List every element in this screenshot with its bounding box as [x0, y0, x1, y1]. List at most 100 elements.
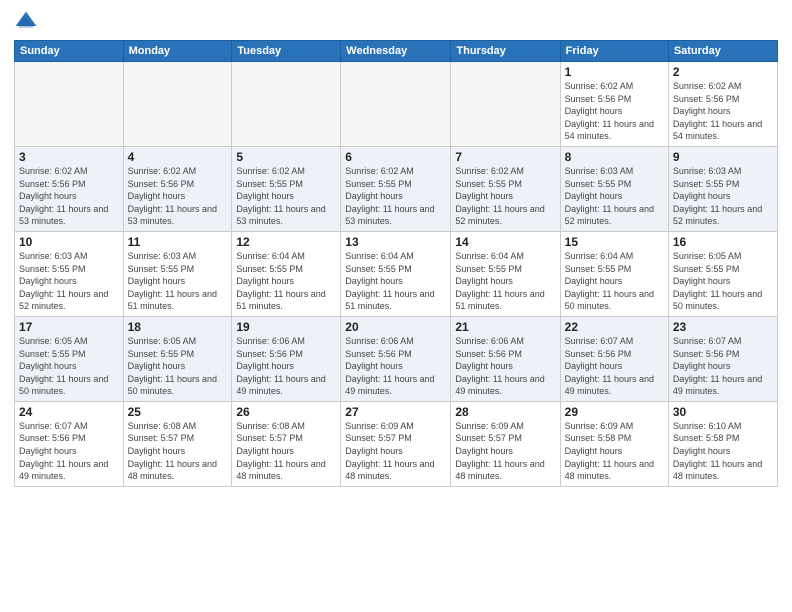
logo-icon — [14, 10, 38, 34]
day-info: Sunrise: 6:03 AMSunset: 5:55 PMDaylight … — [128, 250, 228, 313]
day-number: 29 — [565, 405, 664, 419]
calendar-cell: 4Sunrise: 6:02 AMSunset: 5:56 PMDaylight… — [123, 146, 232, 231]
calendar-week-row: 3Sunrise: 6:02 AMSunset: 5:56 PMDaylight… — [15, 146, 778, 231]
calendar-cell — [15, 62, 124, 147]
day-info: Sunrise: 6:02 AMSunset: 5:55 PMDaylight … — [236, 165, 336, 228]
calendar-cell: 7Sunrise: 6:02 AMSunset: 5:55 PMDaylight… — [451, 146, 560, 231]
day-number: 21 — [455, 320, 555, 334]
day-number: 13 — [345, 235, 446, 249]
day-number: 9 — [673, 150, 773, 164]
day-number: 17 — [19, 320, 119, 334]
calendar-header-row: SundayMondayTuesdayWednesdayThursdayFrid… — [15, 41, 778, 62]
calendar-cell: 8Sunrise: 6:03 AMSunset: 5:55 PMDaylight… — [560, 146, 668, 231]
calendar-cell: 16Sunrise: 6:05 AMSunset: 5:55 PMDayligh… — [668, 231, 777, 316]
calendar-header-thursday: Thursday — [451, 41, 560, 62]
day-info: Sunrise: 6:04 AMSunset: 5:55 PMDaylight … — [236, 250, 336, 313]
day-info: Sunrise: 6:09 AMSunset: 5:58 PMDaylight … — [565, 420, 664, 483]
day-info: Sunrise: 6:10 AMSunset: 5:58 PMDaylight … — [673, 420, 773, 483]
day-number: 12 — [236, 235, 336, 249]
day-info: Sunrise: 6:06 AMSunset: 5:56 PMDaylight … — [236, 335, 336, 398]
calendar-cell: 22Sunrise: 6:07 AMSunset: 5:56 PMDayligh… — [560, 316, 668, 401]
day-info: Sunrise: 6:08 AMSunset: 5:57 PMDaylight … — [128, 420, 228, 483]
calendar-header-friday: Friday — [560, 41, 668, 62]
day-number: 16 — [673, 235, 773, 249]
day-number: 15 — [565, 235, 664, 249]
calendar-cell: 30Sunrise: 6:10 AMSunset: 5:58 PMDayligh… — [668, 401, 777, 486]
calendar-week-row: 17Sunrise: 6:05 AMSunset: 5:55 PMDayligh… — [15, 316, 778, 401]
day-info: Sunrise: 6:02 AMSunset: 5:56 PMDaylight … — [673, 80, 773, 143]
day-number: 3 — [19, 150, 119, 164]
day-info: Sunrise: 6:05 AMSunset: 5:55 PMDaylight … — [673, 250, 773, 313]
calendar-cell: 14Sunrise: 6:04 AMSunset: 5:55 PMDayligh… — [451, 231, 560, 316]
calendar-cell: 17Sunrise: 6:05 AMSunset: 5:55 PMDayligh… — [15, 316, 124, 401]
calendar-cell: 20Sunrise: 6:06 AMSunset: 5:56 PMDayligh… — [341, 316, 451, 401]
day-number: 18 — [128, 320, 228, 334]
calendar-cell: 10Sunrise: 6:03 AMSunset: 5:55 PMDayligh… — [15, 231, 124, 316]
day-info: Sunrise: 6:06 AMSunset: 5:56 PMDaylight … — [345, 335, 446, 398]
day-number: 30 — [673, 405, 773, 419]
calendar-week-row: 1Sunrise: 6:02 AMSunset: 5:56 PMDaylight… — [15, 62, 778, 147]
calendar-cell: 1Sunrise: 6:02 AMSunset: 5:56 PMDaylight… — [560, 62, 668, 147]
header — [14, 10, 778, 34]
calendar-cell: 15Sunrise: 6:04 AMSunset: 5:55 PMDayligh… — [560, 231, 668, 316]
day-info: Sunrise: 6:09 AMSunset: 5:57 PMDaylight … — [455, 420, 555, 483]
day-number: 22 — [565, 320, 664, 334]
calendar-cell: 25Sunrise: 6:08 AMSunset: 5:57 PMDayligh… — [123, 401, 232, 486]
day-number: 14 — [455, 235, 555, 249]
calendar-cell: 24Sunrise: 6:07 AMSunset: 5:56 PMDayligh… — [15, 401, 124, 486]
day-info: Sunrise: 6:02 AMSunset: 5:56 PMDaylight … — [565, 80, 664, 143]
day-number: 8 — [565, 150, 664, 164]
calendar-cell: 2Sunrise: 6:02 AMSunset: 5:56 PMDaylight… — [668, 62, 777, 147]
calendar-cell: 29Sunrise: 6:09 AMSunset: 5:58 PMDayligh… — [560, 401, 668, 486]
day-info: Sunrise: 6:03 AMSunset: 5:55 PMDaylight … — [19, 250, 119, 313]
day-info: Sunrise: 6:07 AMSunset: 5:56 PMDaylight … — [565, 335, 664, 398]
day-info: Sunrise: 6:04 AMSunset: 5:55 PMDaylight … — [455, 250, 555, 313]
calendar-cell: 19Sunrise: 6:06 AMSunset: 5:56 PMDayligh… — [232, 316, 341, 401]
day-number: 6 — [345, 150, 446, 164]
day-info: Sunrise: 6:04 AMSunset: 5:55 PMDaylight … — [565, 250, 664, 313]
day-number: 26 — [236, 405, 336, 419]
day-info: Sunrise: 6:02 AMSunset: 5:56 PMDaylight … — [128, 165, 228, 228]
day-info: Sunrise: 6:03 AMSunset: 5:55 PMDaylight … — [673, 165, 773, 228]
day-number: 20 — [345, 320, 446, 334]
calendar-header-monday: Monday — [123, 41, 232, 62]
day-number: 11 — [128, 235, 228, 249]
day-info: Sunrise: 6:02 AMSunset: 5:55 PMDaylight … — [455, 165, 555, 228]
day-number: 5 — [236, 150, 336, 164]
calendar-header-saturday: Saturday — [668, 41, 777, 62]
day-info: Sunrise: 6:08 AMSunset: 5:57 PMDaylight … — [236, 420, 336, 483]
calendar-header-sunday: Sunday — [15, 41, 124, 62]
calendar-cell: 3Sunrise: 6:02 AMSunset: 5:56 PMDaylight… — [15, 146, 124, 231]
calendar-cell: 13Sunrise: 6:04 AMSunset: 5:55 PMDayligh… — [341, 231, 451, 316]
calendar-cell: 26Sunrise: 6:08 AMSunset: 5:57 PMDayligh… — [232, 401, 341, 486]
calendar-cell: 18Sunrise: 6:05 AMSunset: 5:55 PMDayligh… — [123, 316, 232, 401]
calendar-cell: 23Sunrise: 6:07 AMSunset: 5:56 PMDayligh… — [668, 316, 777, 401]
calendar-cell: 12Sunrise: 6:04 AMSunset: 5:55 PMDayligh… — [232, 231, 341, 316]
day-info: Sunrise: 6:04 AMSunset: 5:55 PMDaylight … — [345, 250, 446, 313]
calendar-week-row: 24Sunrise: 6:07 AMSunset: 5:56 PMDayligh… — [15, 401, 778, 486]
calendar-cell — [123, 62, 232, 147]
day-info: Sunrise: 6:02 AMSunset: 5:56 PMDaylight … — [19, 165, 119, 228]
day-info: Sunrise: 6:03 AMSunset: 5:55 PMDaylight … — [565, 165, 664, 228]
calendar-cell: 27Sunrise: 6:09 AMSunset: 5:57 PMDayligh… — [341, 401, 451, 486]
day-number: 4 — [128, 150, 228, 164]
day-number: 7 — [455, 150, 555, 164]
page: SundayMondayTuesdayWednesdayThursdayFrid… — [0, 0, 792, 612]
calendar-cell: 9Sunrise: 6:03 AMSunset: 5:55 PMDaylight… — [668, 146, 777, 231]
calendar-week-row: 10Sunrise: 6:03 AMSunset: 5:55 PMDayligh… — [15, 231, 778, 316]
day-info: Sunrise: 6:05 AMSunset: 5:55 PMDaylight … — [128, 335, 228, 398]
day-number: 28 — [455, 405, 555, 419]
calendar-cell: 5Sunrise: 6:02 AMSunset: 5:55 PMDaylight… — [232, 146, 341, 231]
day-number: 2 — [673, 65, 773, 79]
day-number: 1 — [565, 65, 664, 79]
calendar-cell — [451, 62, 560, 147]
day-number: 23 — [673, 320, 773, 334]
day-info: Sunrise: 6:07 AMSunset: 5:56 PMDaylight … — [673, 335, 773, 398]
calendar-cell: 6Sunrise: 6:02 AMSunset: 5:55 PMDaylight… — [341, 146, 451, 231]
day-info: Sunrise: 6:06 AMSunset: 5:56 PMDaylight … — [455, 335, 555, 398]
calendar-cell: 11Sunrise: 6:03 AMSunset: 5:55 PMDayligh… — [123, 231, 232, 316]
day-number: 27 — [345, 405, 446, 419]
day-info: Sunrise: 6:05 AMSunset: 5:55 PMDaylight … — [19, 335, 119, 398]
day-info: Sunrise: 6:02 AMSunset: 5:55 PMDaylight … — [345, 165, 446, 228]
day-number: 10 — [19, 235, 119, 249]
